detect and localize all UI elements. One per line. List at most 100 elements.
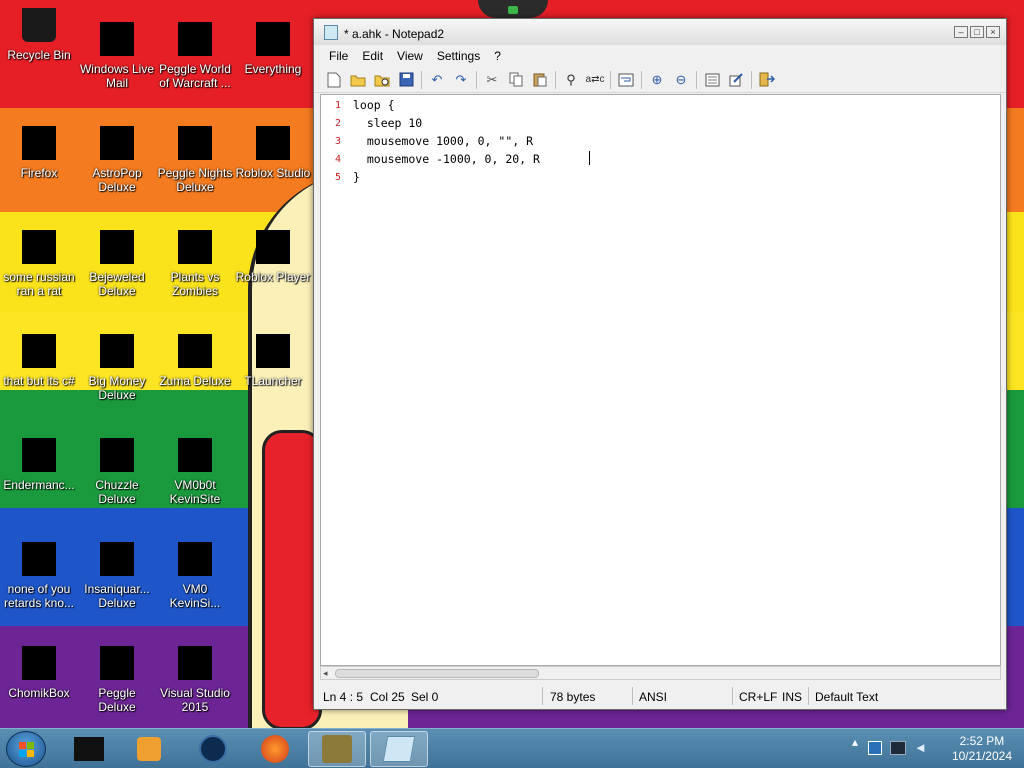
line-number-gutter: 1 2 3 4 5 [321,95,347,665]
line-number: 3 [334,136,341,147]
wordwrap-icon[interactable] [616,71,636,89]
desktop-icon-bejeweled[interactable]: Bejeweled Deluxe [78,230,156,298]
desktop-icon-big-money[interactable]: Big Money Deluxe [78,334,156,402]
desktop-icon-peggle-deluxe[interactable]: Peggle Deluxe [78,646,156,714]
desktop-icon-zuma[interactable]: Zuma Deluxe [156,334,234,388]
volume-icon[interactable]: ◄ [914,741,928,755]
visual-studio-icon [178,646,212,680]
tray-app-icon[interactable] [868,741,882,755]
zoom-out-icon[interactable]: ⊖ [671,71,691,89]
desktop-icon-vm0b0t-kevinsite[interactable]: VM0b0t KevinSite [156,438,234,506]
status-selection: Sel 0 [411,690,439,704]
exit-icon[interactable] [757,71,777,89]
toolbar-separator [421,70,422,89]
tray-expand-icon[interactable]: ▴ [852,735,858,749]
chomikbox-icon [22,646,56,680]
menu-bar: File Edit View Settings ? [314,45,1006,67]
game-icon [100,438,134,472]
line-number: 2 [334,118,341,129]
folder-icon [22,334,56,368]
desktop-icon-everything[interactable]: Everything [234,22,312,76]
network-icon[interactable] [890,741,906,755]
taskbar-app-files[interactable] [60,731,118,767]
desktop-icon-roblox-studio[interactable]: Roblox Studio [234,126,312,180]
desktop-icon-peggle-nights[interactable]: Peggle Nights Deluxe [156,126,234,194]
notepad2-window[interactable]: * a.ahk - Notepad2 – □ × File Edit View … [313,18,1007,710]
desktop-icon-tlauncher[interactable]: TLauncher [234,334,312,388]
menu-settings[interactable]: Settings [430,49,487,63]
taskbar-app-notepad2[interactable] [370,731,428,767]
horizontal-scrollbar[interactable]: ◂ [320,666,1001,680]
taskbar-app-globe[interactable] [184,731,242,767]
toolbar-separator [555,70,556,89]
desktop-icon-peggle-wow[interactable]: Peggle World of Warcraft ... [156,22,234,90]
desktop-icon-russian-rat[interactable]: some russian ran a rat [0,230,78,298]
taskbar-app-chomikbox[interactable] [308,731,366,767]
desktop-icon-endermanc[interactable]: Endermanc... [0,438,78,492]
line-number: 5 [334,172,341,183]
customize-icon[interactable] [726,71,746,89]
start-button[interactable] [6,731,46,767]
replace-icon[interactable]: a⇄c [585,71,605,89]
scrollbar-thumb[interactable] [335,669,539,678]
paste-icon[interactable] [530,71,550,89]
cut-icon[interactable]: ✂ [482,71,502,89]
maximize-button[interactable]: □ [970,26,984,38]
scroll-left-icon[interactable]: ◂ [323,668,328,679]
text-editor[interactable]: 1 2 3 4 5 loop { sleep 10 mousemove 1000… [320,94,1001,666]
desktop-icon-chuzzle[interactable]: Chuzzle Deluxe [78,438,156,506]
scheme-icon[interactable] [702,71,722,89]
menu-edit[interactable]: Edit [355,49,390,63]
minecraft-icon [256,334,290,368]
desktop-icon-windows-live-mail[interactable]: Windows Live Mail [78,22,156,90]
desktop-icon-astropop[interactable]: AstroPop Deluxe [78,126,156,194]
desktop-icon-recycle-bin[interactable]: Recycle Bin [0,8,78,62]
firefox-icon [22,126,56,160]
desktop-icon-vm0-kevinsite[interactable]: VM0 KevinSi... [156,542,234,610]
find-icon[interactable]: ⚲ [561,71,581,89]
menu-file[interactable]: File [322,49,355,63]
code-line: loop { [353,98,395,112]
close-button[interactable]: × [986,26,1000,38]
menu-help[interactable]: ? [487,49,508,63]
desktop-icon-chomikbox[interactable]: ChomikBox [0,646,78,700]
desktop-icon-firefox[interactable]: Firefox [0,126,78,180]
status-scheme[interactable]: Default Text [815,690,878,704]
roblox-icon [256,126,290,160]
clock[interactable]: 2:52 PM 10/21/2024 [952,734,1012,764]
notepad-icon [324,25,338,40]
status-line-ending[interactable]: CR+LF [739,690,777,704]
open-icon[interactable] [348,71,368,89]
desktop-icon-insaniquarium[interactable]: Insaniquar... Deluxe [78,542,156,610]
toolbar-separator [476,70,477,89]
minimize-button[interactable]: – [954,26,968,38]
menu-view[interactable]: View [390,49,430,63]
taskbar-app-media-player[interactable] [120,731,178,767]
status-separator [808,687,809,705]
zoom-in-icon[interactable]: ⊕ [647,71,667,89]
browse-icon[interactable] [372,71,392,89]
desktop-icon-visual-studio[interactable]: Visual Studio 2015 [156,646,234,714]
status-encoding[interactable]: ANSI [639,690,667,704]
desktop-icon-plants-vs-zombies[interactable]: Plants vs Zombies [156,230,234,298]
status-mode: INS [782,690,803,704]
status-bar: Ln 4 : 5 Col 25 Sel 0 78 bytes ANSI CR+L… [314,683,1006,709]
window-title: * a.ahk - Notepad2 [344,27,445,41]
undo-icon[interactable]: ↶ [427,71,447,89]
taskbar-app-firefox[interactable] [246,731,304,767]
redo-icon[interactable]: ↷ [451,71,471,89]
status-separator [542,687,543,705]
windows-logo-icon [19,742,34,757]
desktop-icon-none-of-you[interactable]: none of you retards kno... [0,542,78,610]
game-icon [100,230,134,264]
title-bar[interactable]: * a.ahk - Notepad2 – □ × [314,19,1006,45]
game-icon [178,126,212,160]
save-icon[interactable] [396,71,416,89]
desktop-icon-csharp[interactable]: that but its c# [0,334,78,388]
game-icon [178,334,212,368]
copy-icon[interactable] [506,71,526,89]
new-icon[interactable] [324,71,344,89]
text-cursor-icon [589,151,595,165]
desktop-icon-roblox-player[interactable]: Roblox Player [234,230,312,284]
game-icon [100,542,134,576]
